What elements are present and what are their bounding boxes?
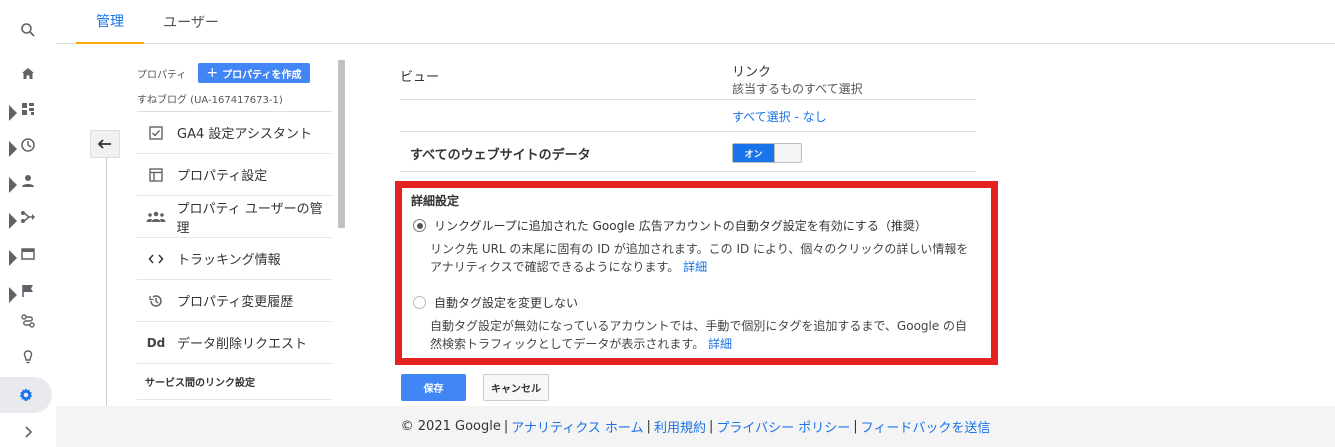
acquisition-icon[interactable] [0, 199, 56, 235]
menu-item-label: プロパティ設定 [177, 169, 268, 184]
footer-separator: | [646, 419, 651, 434]
create-property-label: プロパティを作成 [222, 69, 302, 81]
property-scrollbar[interactable] [338, 60, 345, 228]
select-row: すべて選択 - なし [400, 100, 976, 132]
people-icon [145, 207, 167, 227]
lightbulb-icon[interactable] [0, 339, 56, 375]
toggle-on-label: オン [733, 144, 774, 162]
property-column: プロパティ + プロパティを作成 すねブログ (UA-167417673-1) … [137, 60, 332, 400]
footer-separator: | [708, 419, 714, 434]
menu-item-label: プロパティ ユーザーの管理 [176, 201, 323, 236]
link-column-subtitle: 該当するものすべて選択 [732, 82, 863, 96]
history-icon [145, 291, 167, 311]
section-title-service-links: サービス間のリンク設定 [137, 364, 332, 400]
footer-separator: | [853, 419, 858, 434]
option-description: 自動タグ設定が無効になっているアカウントでは、手動で個別にタグを追加するまで、G… [430, 317, 975, 353]
menu-item-data-deletion[interactable]: Dd データ削除リクエスト [137, 322, 332, 364]
select-all-link[interactable]: すべて選択 [732, 110, 791, 124]
dashboard-icon[interactable] [0, 91, 56, 127]
property-selector[interactable]: すねブログ (UA-167417673-1) [137, 86, 332, 112]
menu-item-change-history[interactable]: プロパティ変更履歴 [137, 280, 332, 322]
menu-item-user-management[interactable]: プロパティ ユーザーの管理 [137, 196, 332, 238]
copyright: © 2021 Google [400, 419, 501, 434]
save-button[interactable]: 保存 [401, 374, 466, 401]
footer-separator: | [503, 419, 509, 434]
divider-line [106, 158, 107, 408]
menu-item-label: プロパティ変更履歴 [177, 295, 294, 310]
attribution-icon[interactable] [0, 303, 56, 339]
person-icon[interactable] [0, 163, 56, 199]
top-tab-bar: 管理 ユーザー [56, 0, 1335, 44]
cancel-button[interactable]: キャンセル [483, 374, 549, 401]
plus-icon: + [206, 65, 219, 81]
footer: © 2021 Google | アナリティクス ホーム | 利用規約 | プライ… [56, 406, 1335, 447]
back-button[interactable] [90, 130, 120, 158]
option-keep-autotag[interactable]: 自動タグ設定を変更しない [413, 294, 981, 311]
view-name: すべてのウェブサイトのデータ [410, 148, 591, 163]
tab-user[interactable]: ユーザー [158, 0, 224, 44]
create-property-button[interactable]: + プロパティを作成 [198, 63, 310, 83]
option-enable-autotag[interactable]: リンクグループに追加された Google 広告アカウントの自動タグ設定を有効にす… [413, 217, 981, 234]
advanced-settings-title: 詳細設定 [411, 194, 460, 208]
menu-item-label: GA4 設定アシスタント [177, 127, 312, 142]
checkbox-icon [145, 123, 167, 143]
expand-chevron-icon[interactable] [0, 414, 56, 447]
view-row-all-website-data: すべてのウェブサイトのデータ オン [400, 132, 976, 172]
gear-icon[interactable] [0, 377, 52, 413]
radio-selected[interactable] [413, 219, 426, 232]
select-controls: すべて選択 - なし [732, 108, 827, 125]
select-separator: - [790, 110, 803, 124]
layout-icon [145, 165, 167, 185]
option-description: リンク先 URL の末尾に固有の ID が追加されます。この ID により、個々… [430, 240, 975, 276]
option-description-text: 自動タグ設定が無効になっているアカウントでは、手動で個別にタグを追加するまで、G… [430, 319, 968, 351]
learn-more-link[interactable]: 詳細 [683, 260, 707, 274]
radio-unselected[interactable] [413, 296, 426, 309]
menu-item-ga4-assistant[interactable]: GA4 設定アシスタント [137, 112, 332, 154]
footer-link-feedback[interactable]: フィードバックを送信 [861, 417, 991, 436]
footer-link-privacy[interactable]: プライバシー ポリシー [716, 417, 850, 436]
clock-icon[interactable] [0, 127, 56, 163]
arrow-left-icon [98, 139, 111, 149]
menu-item-label: データ削除リクエスト [177, 337, 308, 352]
advanced-settings: 詳細設定 リンクグループに追加された Google 広告アカウントの自動タグ設定… [411, 192, 981, 353]
left-nav-rail [0, 0, 56, 447]
behavior-icon[interactable] [0, 236, 56, 272]
menu-item-property-settings[interactable]: プロパティ設定 [137, 154, 332, 196]
menu-item-tracking-info[interactable]: トラッキング情報 [137, 238, 332, 280]
code-icon [145, 249, 167, 269]
home-icon[interactable] [0, 56, 56, 92]
dd-icon: Dd [146, 335, 166, 350]
tab-admin[interactable]: 管理 [76, 0, 144, 44]
view-column-header: ビュー [400, 70, 440, 85]
link-column-header: リンク [732, 65, 772, 80]
property-header: プロパティ + プロパティを作成 [137, 60, 332, 86]
menu-item-label: トラッキング情報 [177, 253, 281, 268]
learn-more-link[interactable]: 詳細 [708, 337, 732, 351]
view-row: ビュー リンク 該当するものすべて選択 [400, 58, 976, 100]
footer-link-terms[interactable]: 利用規約 [654, 417, 706, 436]
toggle-knob [774, 144, 801, 162]
link-toggle[interactable]: オン [732, 143, 802, 163]
property-label: プロパティ [137, 69, 187, 81]
option-label: 自動タグ設定を変更しない [434, 296, 579, 310]
footer-link-analytics-home[interactable]: アナリティクス ホーム [511, 417, 643, 436]
option-label: リンクグループに追加された Google 広告アカウントの自動タグ設定を有効にす… [434, 219, 927, 233]
select-none-link[interactable]: なし [803, 110, 827, 124]
search-icon[interactable] [0, 12, 56, 48]
